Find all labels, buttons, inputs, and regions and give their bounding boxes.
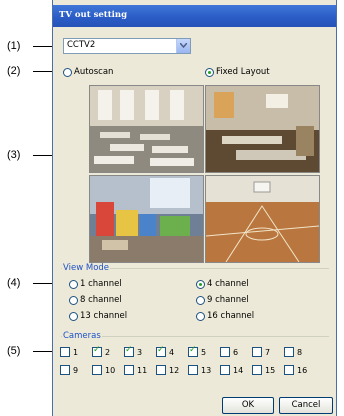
ok-button[interactable]: OK xyxy=(222,397,274,414)
device-select-value: CCTV2 xyxy=(67,40,96,50)
view-mode-option-label: 16 channel xyxy=(207,311,255,321)
view-mode-option-label: 13 channel xyxy=(80,311,128,321)
camera-checkbox-label: 5 xyxy=(201,347,207,357)
checkbox-box xyxy=(220,347,230,357)
camera-checkbox[interactable]: 16 xyxy=(284,365,307,375)
camera-checkbox-label: 9 xyxy=(73,365,79,375)
camera-checkbox[interactable]: 15 xyxy=(252,365,275,375)
camera-checkbox-label: 14 xyxy=(233,365,244,375)
chevron-down-icon[interactable] xyxy=(176,39,190,53)
camera-checkbox[interactable]: 6 xyxy=(220,347,238,357)
callout-4: (4) xyxy=(7,277,21,289)
checkbox-box xyxy=(124,345,134,357)
camera-checkbox-label: 1 xyxy=(73,347,79,357)
window-title: TV out setting xyxy=(59,10,128,20)
callout-3: (3) xyxy=(7,149,21,161)
gymnasium-image xyxy=(206,176,319,262)
camera-checkbox[interactable]: 1 xyxy=(60,347,78,357)
radio-indicator xyxy=(69,311,78,321)
radio-indicator xyxy=(69,279,78,289)
camera-checkbox[interactable]: 9 xyxy=(60,365,78,375)
camera-checkbox[interactable]: 13 xyxy=(188,365,211,375)
camera-preview-4[interactable] xyxy=(205,175,320,263)
radio-indicator xyxy=(69,295,78,305)
camera-checkbox[interactable]: 3 xyxy=(124,345,143,357)
callout-5: (5) xyxy=(7,345,21,357)
autoscan-label: Autoscan xyxy=(74,67,114,77)
camera-checkbox[interactable]: 7 xyxy=(252,347,270,357)
checkbox-box xyxy=(188,345,198,357)
checkbox-box xyxy=(156,365,166,375)
view-mode-radio[interactable]: 4 channel xyxy=(196,279,249,289)
camera-checkbox[interactable]: 12 xyxy=(156,365,179,375)
view-mode-option-label: 4 channel xyxy=(207,279,249,289)
view-mode-radio[interactable]: 9 channel xyxy=(196,295,249,305)
callout-2: (2) xyxy=(7,65,21,77)
fixed-layout-label: Fixed Layout xyxy=(216,67,270,77)
camera-checkbox-label: 4 xyxy=(169,347,175,357)
view-mode-radio[interactable]: 16 channel xyxy=(196,311,254,321)
camera-checkbox[interactable]: 4 xyxy=(156,345,175,357)
camera-checkbox[interactable]: 2 xyxy=(92,345,111,357)
camera-checkbox-label: 12 xyxy=(169,365,180,375)
camera-checkbox-label: 15 xyxy=(265,365,276,375)
checkbox-box xyxy=(124,365,134,375)
camera-checkbox-label: 7 xyxy=(265,347,271,357)
camera-checkbox-label: 2 xyxy=(105,347,111,357)
camera-checkbox-label: 11 xyxy=(137,365,148,375)
camera-checkbox-label: 16 xyxy=(297,365,308,375)
camera-checkbox-label: 13 xyxy=(201,365,212,375)
playroom-image xyxy=(90,176,203,262)
camera-checkbox-label: 10 xyxy=(105,365,116,375)
fixed-layout-radio-indicator xyxy=(205,67,214,77)
camera-checkbox[interactable]: 10 xyxy=(92,365,115,375)
checkbox-box xyxy=(188,365,198,375)
view-mode-radio[interactable]: 13 channel xyxy=(69,311,127,321)
checkbox-box xyxy=(220,365,230,375)
autoscan-radio-indicator xyxy=(63,67,72,77)
view-mode-option-label: 8 channel xyxy=(80,295,122,305)
cancel-button[interactable]: Cancel xyxy=(279,397,333,414)
checkbox-box xyxy=(252,365,262,375)
view-mode-label: View Mode xyxy=(62,263,111,273)
checkbox-box xyxy=(252,347,262,357)
camera-preview-1[interactable] xyxy=(89,85,204,173)
checkbox-box xyxy=(60,347,70,357)
view-mode-radio[interactable]: 8 channel xyxy=(69,295,122,305)
autoscan-radio[interactable]: Autoscan xyxy=(63,67,113,77)
checkbox-box xyxy=(156,345,166,357)
device-select[interactable]: CCTV2 xyxy=(63,38,191,54)
classroom-image xyxy=(90,86,203,172)
cameras-label: Cameras xyxy=(62,331,102,341)
checkbox-box xyxy=(284,365,294,375)
camera-preview-3[interactable] xyxy=(89,175,204,263)
tv-out-dialog: TV out setting CCTV2 Autoscan Fixed Layo… xyxy=(52,0,337,416)
view-mode-option-label: 9 channel xyxy=(207,295,249,305)
camera-checkbox[interactable]: 11 xyxy=(124,365,147,375)
checkbox-box xyxy=(92,345,102,357)
view-mode-radio[interactable]: 1 channel xyxy=(69,279,122,289)
checkbox-box xyxy=(92,365,102,375)
camera-checkbox[interactable]: 14 xyxy=(220,365,243,375)
camera-checkbox-label: 3 xyxy=(137,347,143,357)
callout-1: (1) xyxy=(7,40,21,52)
dining-room-image xyxy=(206,86,319,172)
fixed-layout-radio[interactable]: Fixed Layout xyxy=(205,67,270,77)
camera-checkbox[interactable]: 8 xyxy=(284,347,302,357)
view-mode-option-label: 1 channel xyxy=(80,279,122,289)
checkbox-box xyxy=(284,347,294,357)
camera-preview-2[interactable] xyxy=(205,85,320,173)
title-bar[interactable]: TV out setting xyxy=(53,5,336,27)
checkbox-box xyxy=(60,365,70,375)
radio-indicator xyxy=(196,279,205,289)
camera-checkbox[interactable]: 5 xyxy=(188,345,207,357)
camera-checkbox-label: 8 xyxy=(297,347,303,357)
camera-checkbox-label: 6 xyxy=(233,347,239,357)
radio-indicator xyxy=(196,295,205,305)
radio-indicator xyxy=(196,311,205,321)
